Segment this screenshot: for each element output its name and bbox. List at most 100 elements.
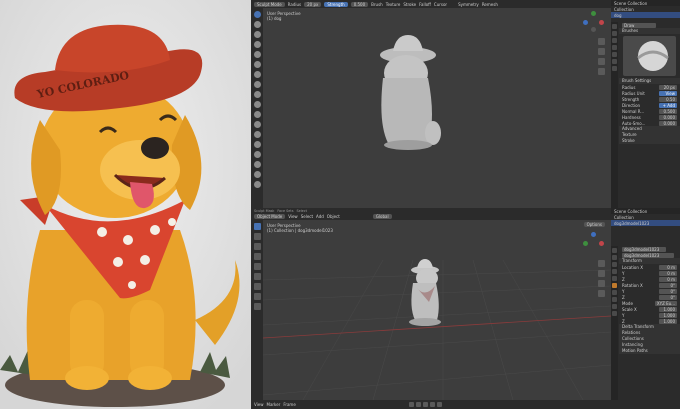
o-tool-tab-icon[interactable] bbox=[612, 248, 617, 253]
tool-tab-icon[interactable] bbox=[612, 24, 617, 29]
navigation-gizmo[interactable] bbox=[583, 11, 605, 33]
object-zoom-icon[interactable] bbox=[598, 260, 605, 267]
prev-key-icon[interactable] bbox=[415, 402, 421, 407]
object-tab-icon[interactable] bbox=[612, 59, 617, 64]
annotate-icon[interactable] bbox=[253, 283, 261, 290]
prop-search-field[interactable]: dog3dmodel1023 bbox=[622, 246, 666, 252]
scene-tab-icon[interactable] bbox=[612, 45, 617, 50]
scale-y-field[interactable]: 1.000 bbox=[659, 312, 677, 318]
outliner-collection[interactable]: Collection bbox=[614, 215, 634, 220]
object-pan-icon[interactable] bbox=[598, 270, 605, 277]
output-tab-icon[interactable] bbox=[612, 38, 617, 43]
object-dog-mesh[interactable] bbox=[403, 258, 447, 328]
symmetry-menu[interactable]: Symmetry bbox=[458, 2, 479, 7]
mask-icon[interactable] bbox=[253, 181, 261, 188]
outliner-item[interactable]: dog3dmodel1023 bbox=[614, 221, 649, 226]
clay-strips-icon[interactable] bbox=[253, 41, 261, 48]
play-icon[interactable] bbox=[422, 402, 428, 407]
measure-icon[interactable] bbox=[253, 293, 261, 300]
menu-brush[interactable]: Brush bbox=[371, 2, 383, 7]
layer-icon[interactable] bbox=[253, 51, 261, 58]
menu-add[interactable]: Add bbox=[316, 214, 324, 219]
crease-icon[interactable] bbox=[253, 81, 261, 88]
o-data-tab-icon[interactable] bbox=[612, 311, 617, 316]
brush-preview[interactable] bbox=[623, 36, 676, 76]
camera-icon[interactable] bbox=[598, 58, 605, 65]
transform-orientation-select[interactable]: Global bbox=[372, 214, 392, 219]
o-object-tab-icon[interactable] bbox=[612, 283, 617, 288]
blob-icon[interactable] bbox=[253, 71, 261, 78]
menu-select[interactable]: Select bbox=[301, 214, 313, 219]
inflate-icon[interactable] bbox=[253, 61, 261, 68]
loc-z-field[interactable]: 0 m bbox=[659, 276, 677, 282]
pose-icon[interactable] bbox=[253, 171, 261, 178]
scrape-icon[interactable] bbox=[253, 121, 261, 128]
bs-radius-unit-field[interactable]: View bbox=[659, 90, 677, 96]
sculpt-viewport[interactable]: User Perspective (1) dog bbox=[263, 8, 611, 208]
next-key-icon[interactable] bbox=[429, 402, 435, 407]
thumb-icon[interactable] bbox=[253, 161, 261, 168]
menu-texture[interactable]: Texture bbox=[386, 2, 401, 7]
pinch-icon[interactable] bbox=[253, 131, 261, 138]
sculpt-mode-select[interactable]: Sculpt Mode bbox=[254, 1, 285, 7]
header-select[interactable]: Select bbox=[297, 209, 307, 213]
o-world-tab-icon[interactable] bbox=[612, 276, 617, 281]
snake-hook-icon[interactable] bbox=[253, 151, 261, 158]
menu-cursor[interactable]: Cursor bbox=[434, 2, 447, 7]
grab-icon[interactable] bbox=[253, 141, 261, 148]
zoom-icon[interactable] bbox=[598, 38, 605, 45]
grid-icon[interactable] bbox=[598, 68, 605, 75]
rot-y-field[interactable]: 0° bbox=[659, 288, 677, 294]
remesh-menu[interactable]: Remesh bbox=[482, 2, 498, 7]
o-physics-tab-icon[interactable] bbox=[612, 297, 617, 302]
o-render-tab-icon[interactable] bbox=[612, 255, 617, 260]
object-grid-icon[interactable] bbox=[598, 290, 605, 297]
brush-name-field[interactable]: Draw bbox=[622, 22, 656, 28]
jump-end-icon[interactable] bbox=[436, 402, 442, 407]
modifier-tab-icon[interactable] bbox=[612, 66, 617, 71]
strength-label[interactable]: Strength bbox=[324, 1, 348, 7]
loc-y-field[interactable]: 0 m bbox=[659, 270, 677, 276]
fill-icon[interactable] bbox=[253, 111, 261, 118]
render-tab-icon[interactable] bbox=[612, 31, 617, 36]
header-sculpt-mask[interactable]: Sculpt Mask bbox=[254, 209, 274, 213]
menu-view[interactable]: View bbox=[288, 214, 298, 219]
timeline-view[interactable]: View bbox=[254, 402, 264, 407]
o-modifier-tab-icon[interactable] bbox=[612, 290, 617, 295]
object-camera-icon[interactable] bbox=[598, 280, 605, 287]
options-button[interactable]: Options bbox=[583, 222, 605, 227]
add-cube-icon[interactable] bbox=[253, 303, 261, 310]
header-face-sets[interactable]: Face Sets bbox=[277, 209, 293, 213]
o-scene-tab-icon[interactable] bbox=[612, 269, 617, 274]
smooth-icon[interactable] bbox=[253, 91, 261, 98]
select-box-icon[interactable] bbox=[253, 223, 261, 230]
o-output-tab-icon[interactable] bbox=[612, 262, 617, 267]
clay-icon[interactable] bbox=[253, 31, 261, 38]
bs-radius-field[interactable]: 20 px bbox=[659, 84, 677, 90]
brushes-section[interactable]: Brushes bbox=[619, 28, 680, 34]
collection-label[interactable]: Collection bbox=[614, 7, 634, 12]
scale-z-field[interactable]: 1.000 bbox=[659, 318, 677, 324]
menu-stroke[interactable]: Stroke bbox=[403, 2, 416, 7]
object-mode-select[interactable]: Object Mode bbox=[254, 214, 286, 219]
transform-icon[interactable] bbox=[253, 273, 261, 280]
strength-field[interactable]: 0.500 bbox=[350, 1, 369, 7]
motion-paths-section[interactable]: Motion Paths bbox=[619, 348, 680, 354]
bs-direction-field[interactable]: + Add bbox=[659, 102, 677, 108]
stroke-section[interactable]: Stroke bbox=[619, 138, 680, 144]
o-constraint-tab-icon[interactable] bbox=[612, 304, 617, 309]
bs-hardness-field[interactable]: 0.000 bbox=[659, 114, 677, 120]
rot-x-field[interactable]: 0° bbox=[659, 282, 677, 288]
move-icon[interactable] bbox=[253, 243, 261, 250]
cursor-icon[interactable] bbox=[253, 233, 261, 240]
loc-x-field[interactable]: 0 m bbox=[659, 264, 677, 270]
flatten-icon[interactable] bbox=[253, 101, 261, 108]
scale-x-field[interactable]: 1.000 bbox=[659, 306, 677, 312]
outliner-dog[interactable]: dog bbox=[614, 13, 622, 18]
bs-autosmooth-field[interactable]: 0.000 bbox=[659, 120, 677, 126]
menu-object[interactable]: Object bbox=[327, 214, 340, 219]
scale-icon[interactable] bbox=[253, 263, 261, 270]
bs-strength-field[interactable]: 0.50 bbox=[659, 96, 677, 102]
radius-field[interactable]: 20 px bbox=[304, 1, 322, 7]
rotate-icon[interactable] bbox=[253, 253, 261, 260]
